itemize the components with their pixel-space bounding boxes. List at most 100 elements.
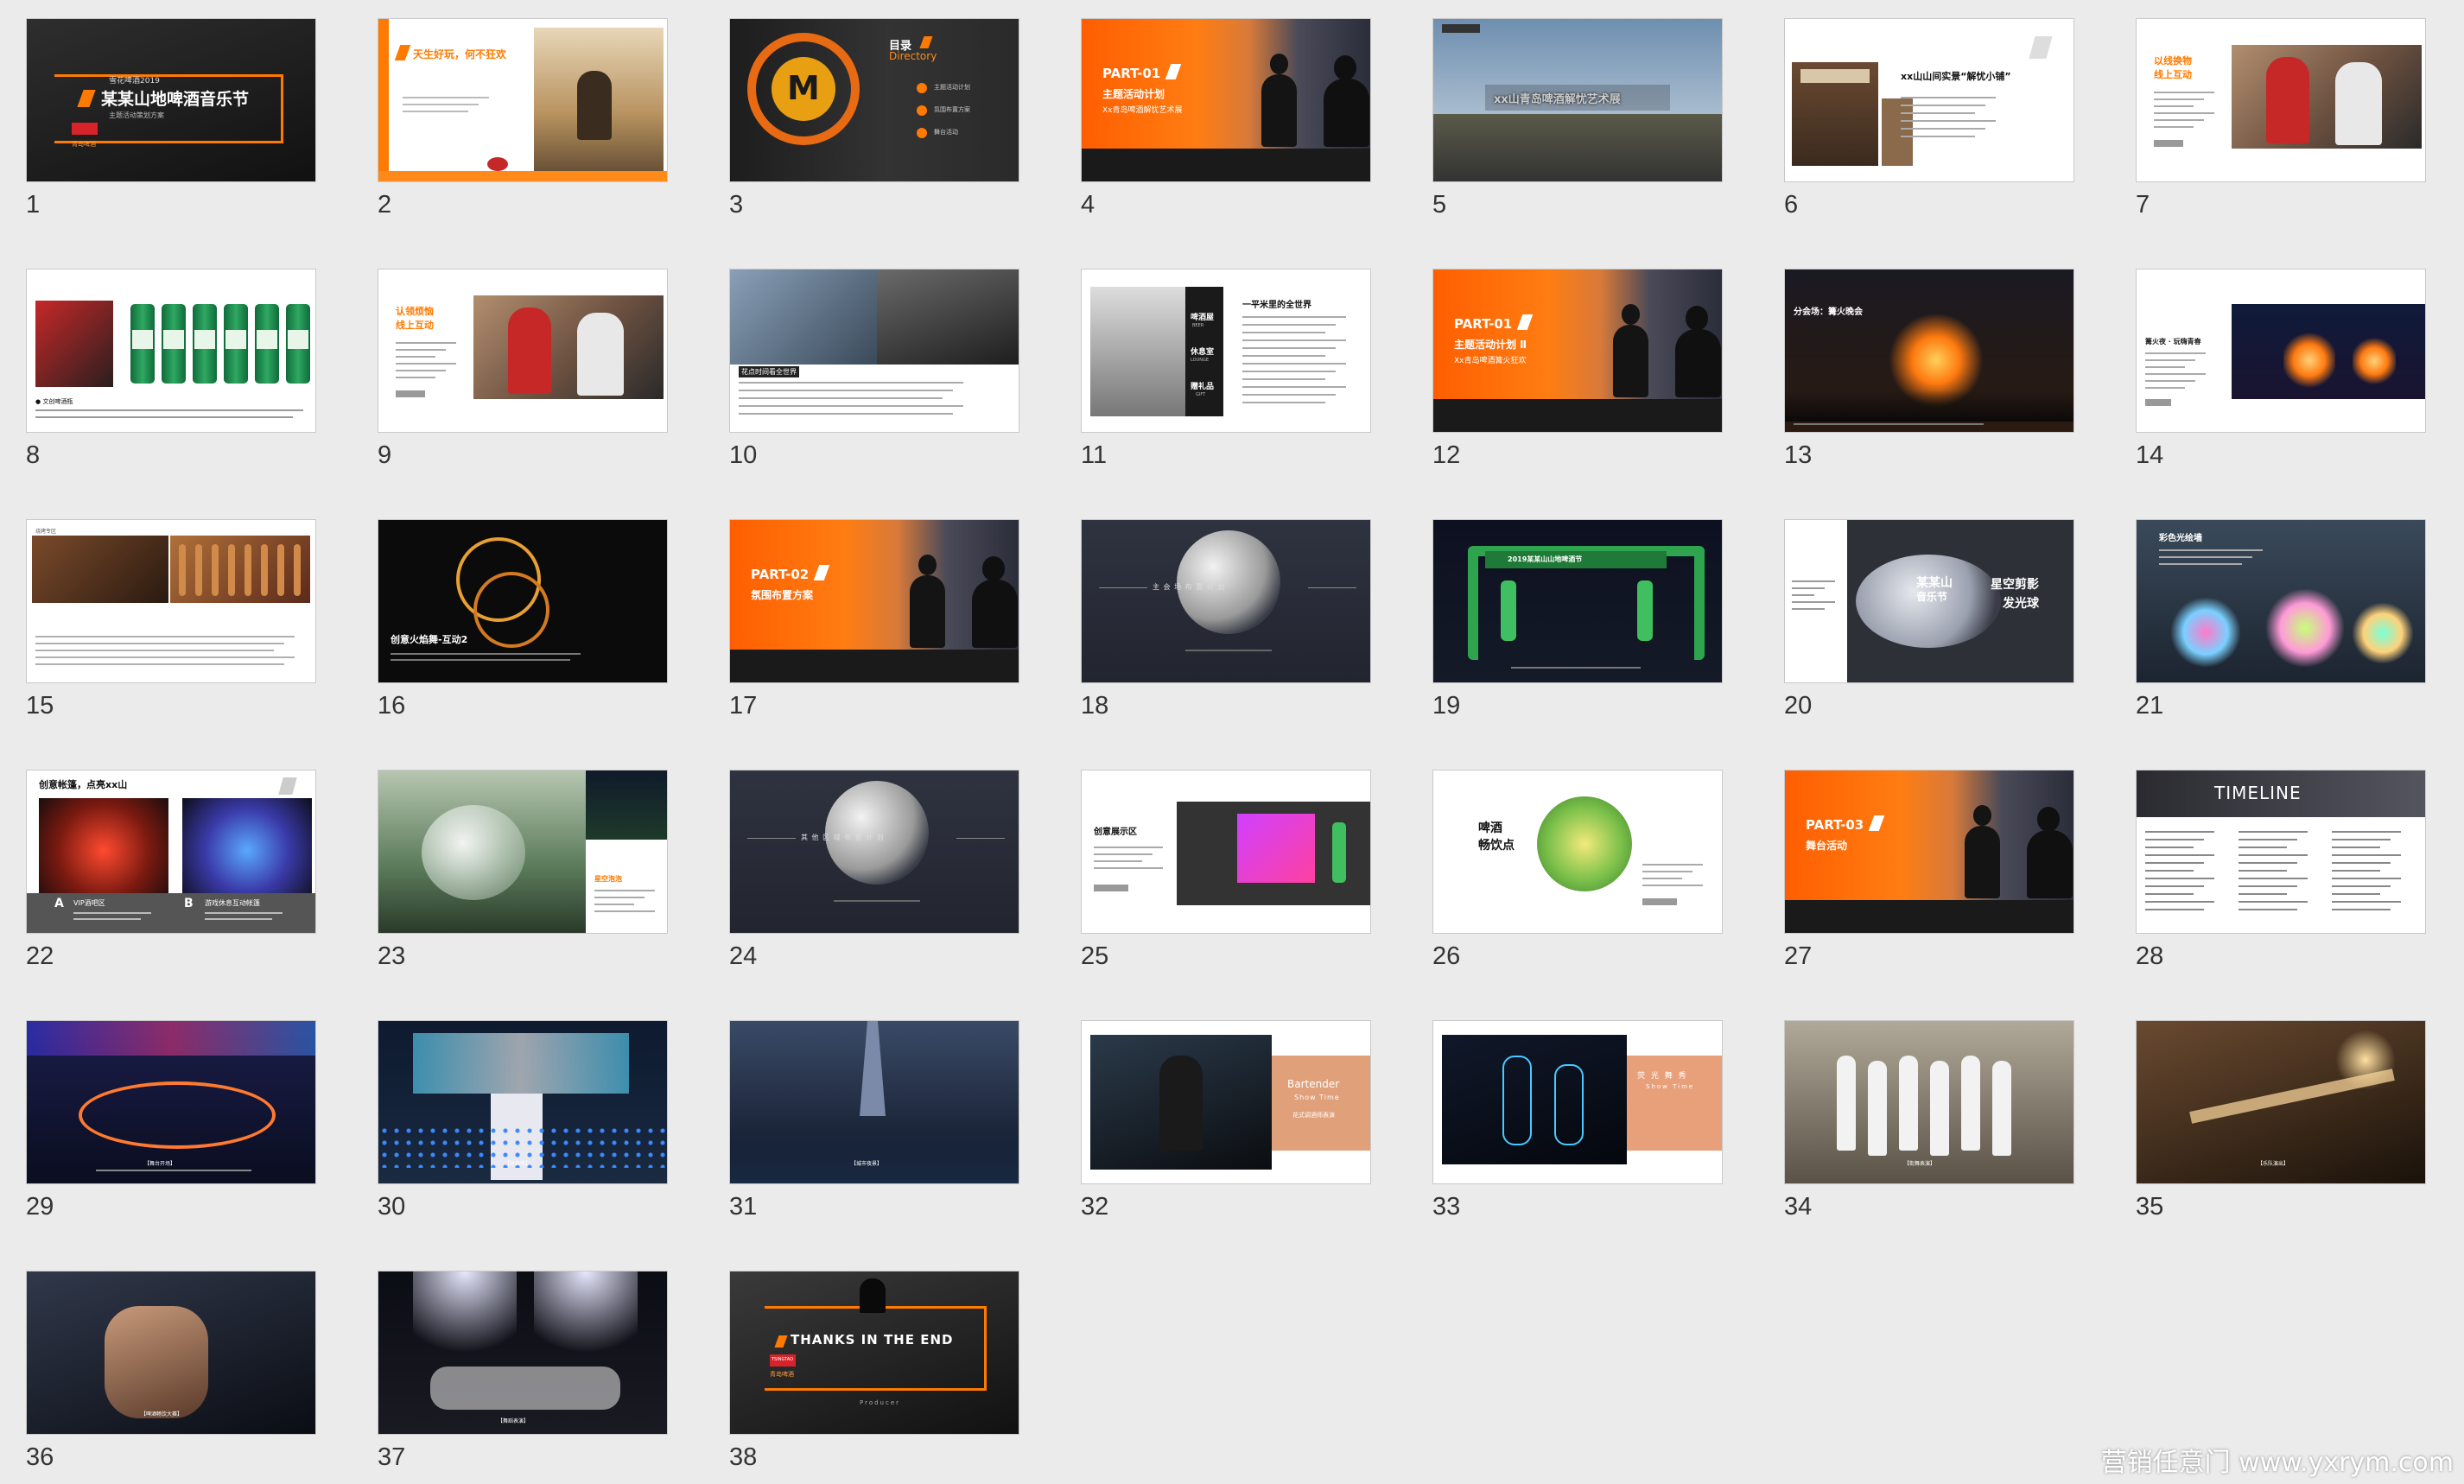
slide-thumbnail[interactable]: 【城市夜景】 31 <box>729 1020 1019 1221</box>
photo-crowd <box>32 536 168 603</box>
slide-preview[interactable]: 【时装秀】 <box>378 1020 668 1184</box>
slide-preview[interactable]: 某某山 音乐节 星空剪影 发光球 <box>1784 519 2074 683</box>
slide-preview[interactable]: 创意帐篷，点亮xx山 A VIP酒吧区 B 游戏休息互动帐篷 <box>26 770 316 934</box>
slide-preview[interactable]: 创意展示区 <box>1081 770 1371 934</box>
slide-kicker: 雪花啤酒2019 <box>109 77 160 86</box>
slide-thumbnail[interactable]: 【舞蹈表演】 37 <box>378 1271 668 1471</box>
slide-preview[interactable]: 天生好玩，何不狂欢 <box>378 18 668 182</box>
slide-thumbnail[interactable]: 彩色光绘墙 21 <box>2136 519 2426 720</box>
slide-thumbnail[interactable]: 雪花啤酒2019 某某山地啤酒音乐节 主题活动策划方案 青岛啤酒 1 <box>26 18 316 219</box>
slide-thumbnail[interactable]: 【舞台开场】 29 <box>26 1020 316 1221</box>
slide-thumbnail[interactable]: 【乐队演出】 35 <box>2136 1020 2426 1221</box>
skewer <box>228 544 235 596</box>
slide-thumbnail[interactable]: 【时装秀】 30 <box>378 1020 668 1221</box>
slide-thumbnail[interactable]: PART-03 舞台活动 27 <box>1784 770 2074 970</box>
dancer <box>1899 1056 1918 1151</box>
slide-preview[interactable]: 【舞台开场】 <box>26 1020 316 1184</box>
slide-preview[interactable]: 【城市夜景】 <box>729 1020 1019 1184</box>
slide-preview[interactable]: 【啤酒畅饮大赛】 <box>26 1271 316 1435</box>
slide-preview[interactable]: 花点时间看全世界 <box>729 269 1019 433</box>
slide-preview[interactable]: 篝火夜 · 玩嗨青春 <box>2136 269 2426 433</box>
slide-thumbnail[interactable]: 分会场：篝火晚会 13 <box>1784 269 2074 469</box>
slide-thumbnail[interactable]: TIMELINE 28 <box>2136 770 2426 970</box>
slide-thumbnail[interactable]: 啤酒屋 BEER 休息室 LOUNGE 赠礼品 GIFT 一平米里的全世界 11 <box>1081 269 1371 469</box>
slide-thumbnail[interactable]: Bartender Show Time 花式调酒师表演 32 <box>1081 1020 1371 1221</box>
slide-number: 30 <box>378 1193 406 1221</box>
slide-preview[interactable]: 啤酒屋 BEER 休息室 LOUNGE 赠礼品 GIFT 一平米里的全世界 <box>1081 269 1371 433</box>
slide-preview[interactable]: 彩色光绘墙 <box>2136 519 2426 683</box>
beer-can-label <box>288 330 308 349</box>
slide-thumbnail[interactable]: THANKS IN THE END TSINGTAO 青岛啤酒 Producer 38 <box>729 1271 1019 1471</box>
text-placeholder-line <box>1094 847 1163 848</box>
slide-preview[interactable]: M 目录 Directory 主题活动计划 氛围布置方案 舞台活动 <box>729 18 1019 182</box>
slide-thumbnail[interactable]: 创意帐篷，点亮xx山 A VIP酒吧区 B 游戏休息互动帐篷 22 <box>26 770 316 970</box>
slide-preview[interactable]: ● 文创啤酒瓶 <box>26 269 316 433</box>
slide-preview[interactable]: 烧烤专区 <box>26 519 316 683</box>
logo-x-icon <box>813 565 830 580</box>
slide-preview[interactable]: 【乐队演出】 <box>2136 1020 2426 1184</box>
slide-preview[interactable]: 主 会 场 布 置 计 划 <box>1081 519 1371 683</box>
slide-title: 创意火焰舞-互动2 <box>391 634 468 645</box>
person-silhouette <box>860 1278 886 1313</box>
slide-thumbnail[interactable]: 主 会 场 布 置 计 划 18 <box>1081 519 1371 720</box>
slide-thumbnail[interactable]: PART-01 主题活动计划 Xx青岛啤酒解忧艺术展 4 <box>1081 18 1371 219</box>
slide-preview[interactable]: 雪花啤酒2019 某某山地啤酒音乐节 主题活动策划方案 青岛啤酒 <box>26 18 316 182</box>
slide-thumbnail[interactable]: 星空泡泡 23 <box>378 770 668 970</box>
slide-preview[interactable]: xx山山间实景“解忧小铺” <box>1784 18 2074 182</box>
silhouette-head <box>918 555 937 575</box>
slide-thumbnail[interactable]: 创意火焰舞-互动2 16 <box>378 519 668 720</box>
slide-number: 37 <box>378 1443 406 1471</box>
slide-thumbnail[interactable]: 【啤酒畅饮大赛】 36 <box>26 1271 316 1471</box>
slide-preview[interactable]: PART-02 氛围布置方案 <box>729 519 1019 683</box>
slide-number: 33 <box>1432 1193 1461 1221</box>
slide-thumbnail[interactable]: 啤酒 畅饮点 26 <box>1432 770 1723 970</box>
slide-preview[interactable]: PART-01 主题活动计划 Ⅱ Xx青岛啤酒篝火狂欢 <box>1432 269 1723 433</box>
slide-thumbnail[interactable]: 烧烤专区 15 <box>26 519 316 720</box>
slide-preview[interactable]: 2019某某山山地啤酒节 <box>1432 519 1723 683</box>
producer: Producer <box>860 1399 901 1406</box>
text-placeholder-line <box>594 890 655 891</box>
slide-preview[interactable]: Bartender Show Time 花式调酒师表演 <box>1081 1020 1371 1184</box>
slide-thumbnail[interactable]: PART-01 主题活动计划 Ⅱ Xx青岛啤酒篝火狂欢 12 <box>1432 269 1723 469</box>
slide-preview[interactable]: xx山青岛啤酒解忧艺术展 <box>1432 18 1723 182</box>
slide-preview[interactable]: 以线换物 线上互动 <box>2136 18 2426 182</box>
slide-preview[interactable]: 啤酒 畅饮点 <box>1432 770 1723 934</box>
slide-thumbnail[interactable]: 某某山 音乐节 星空剪影 发光球 20 <box>1784 519 2074 720</box>
slide-preview[interactable]: 其 他 区 域 布 置 计 划 <box>729 770 1019 934</box>
slide-thumbnail[interactable]: ● 文创啤酒瓶 8 <box>26 269 316 469</box>
slide-preview[interactable]: THANKS IN THE END TSINGTAO 青岛啤酒 Producer <box>729 1271 1019 1435</box>
caption: 【舞台开场】 <box>144 1161 176 1167</box>
slide-thumbnail[interactable]: 以线换物 线上互动 7 <box>2136 18 2426 219</box>
tent-label-a: A <box>54 897 64 910</box>
slide-preview[interactable]: 星空泡泡 <box>378 770 668 934</box>
slide-thumbnail[interactable]: 花点时间看全世界 10 <box>729 269 1019 469</box>
slide-thumbnail[interactable]: PART-02 氛围布置方案 17 <box>729 519 1019 720</box>
slide-preview[interactable]: 荧 光 舞 秀 Show Time <box>1432 1020 1723 1184</box>
dancer <box>1992 1061 2011 1156</box>
slide-preview[interactable]: 分会场：篝火晚会 <box>1784 269 2074 433</box>
text-placeholder-line <box>1094 867 1163 869</box>
slide-thumbnail[interactable]: 【街舞表演】 34 <box>1784 1020 2074 1221</box>
slide-thumbnail[interactable]: 天生好玩，何不狂欢 2 <box>378 18 668 219</box>
slide-preview[interactable]: PART-01 主题活动计划 Xx青岛啤酒解忧艺术展 <box>1081 18 1371 182</box>
slide-preview[interactable]: TIMELINE <box>2136 770 2426 934</box>
slide-thumbnail[interactable]: 认领烦恼 线上互动 9 <box>378 269 668 469</box>
slide-preview[interactable]: 【街舞表演】 <box>1784 1020 2074 1184</box>
slide-thumbnail[interactable]: 创意展示区 25 <box>1081 770 1371 970</box>
slide-preview[interactable]: 创意火焰舞-互动2 <box>378 519 668 683</box>
silhouette-person <box>1324 78 1369 147</box>
slide-thumbnail[interactable]: M 目录 Directory 主题活动计划 氛围布置方案 舞台活动 3 <box>729 18 1019 219</box>
slide-thumbnail[interactable]: 2019某某山山地啤酒节 19 <box>1432 519 1723 720</box>
slide-thumbnail[interactable]: 其 他 区 域 布 置 计 划 24 <box>729 770 1019 970</box>
slide-preview[interactable]: 【舞蹈表演】 <box>378 1271 668 1435</box>
slide-preview[interactable]: 认领烦恼 线上互动 <box>378 269 668 433</box>
photo-people <box>2232 45 2422 149</box>
text-placeholder-line <box>2239 839 2297 840</box>
slide-thumbnail[interactable]: 篝火夜 · 玩嗨青春 14 <box>2136 269 2426 469</box>
slide-preview[interactable]: PART-03 舞台活动 <box>1784 770 2074 934</box>
slide-thumbnail[interactable]: xx山青岛啤酒解忧艺术展 5 <box>1432 18 1723 219</box>
slide-thumbnail[interactable]: xx山山间实景“解忧小铺” 6 <box>1784 18 2074 219</box>
slide-thumbnail[interactable]: 荧 光 舞 秀 Show Time 33 <box>1432 1020 1723 1221</box>
text-placeholder-line <box>1792 594 1814 596</box>
quote-mark-icon <box>278 777 297 795</box>
